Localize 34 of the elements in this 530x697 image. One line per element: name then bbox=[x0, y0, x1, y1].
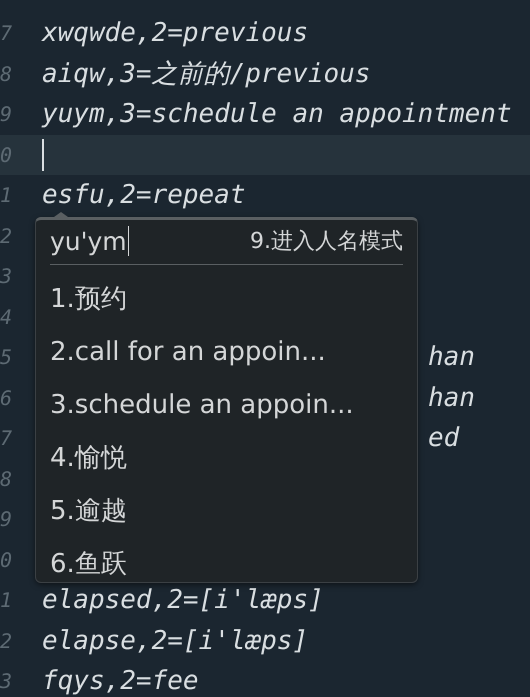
code-line: yuym,3=schedule an appointment bbox=[42, 99, 512, 130]
code-line: elapse,2=[i'læps] bbox=[42, 626, 308, 656]
code-line: han bbox=[428, 382, 475, 413]
ime-candidate[interactable]: 5.逾越 bbox=[50, 485, 403, 538]
code-line: aiqw,3=之前的/previous bbox=[42, 58, 370, 92]
line-number: 0 bbox=[0, 548, 14, 572]
code-line: han bbox=[428, 342, 475, 372]
ime-candidate[interactable]: 1.预约 bbox=[50, 273, 403, 326]
line-number: 6 bbox=[0, 386, 14, 410]
ime-candidate[interactable]: 3.schedule an appoin... bbox=[50, 379, 403, 432]
line-number: 2 bbox=[0, 224, 14, 248]
line-number: 8 bbox=[0, 466, 14, 491]
line-number: 9 bbox=[0, 507, 14, 532]
ime-candidate[interactable]: 2.call for an appoin... bbox=[50, 326, 403, 379]
code-line: esfu,2=repeat bbox=[42, 180, 246, 210]
line-number: 1 bbox=[0, 183, 14, 208]
code-line: fqys,2=fee bbox=[42, 666, 199, 696]
text-cursor bbox=[42, 138, 44, 171]
ime-candidate[interactable]: 4.愉悦 bbox=[50, 432, 403, 485]
line-number: 2 bbox=[0, 628, 14, 653]
line-number: 7 bbox=[0, 426, 14, 450]
line-number: 4 bbox=[0, 304, 14, 329]
line-number: 3 bbox=[0, 264, 14, 288]
line-number: 7 bbox=[0, 21, 14, 46]
code-line: elapsed,2=[i'læps] bbox=[42, 585, 324, 616]
code-line: ed bbox=[428, 423, 460, 454]
ime-mode-hint[interactable]: 9.进入人名模式 bbox=[250, 226, 403, 256]
line-number: 8 bbox=[0, 62, 14, 86]
line-number: 9 bbox=[0, 102, 14, 126]
code-line: xwqwde,2=previous bbox=[42, 18, 308, 48]
line-number: 5 bbox=[0, 345, 14, 370]
line-number: 1 bbox=[0, 588, 14, 612]
line-number: 3 bbox=[0, 669, 14, 694]
ime-composition-text: yu'ym bbox=[50, 226, 129, 256]
